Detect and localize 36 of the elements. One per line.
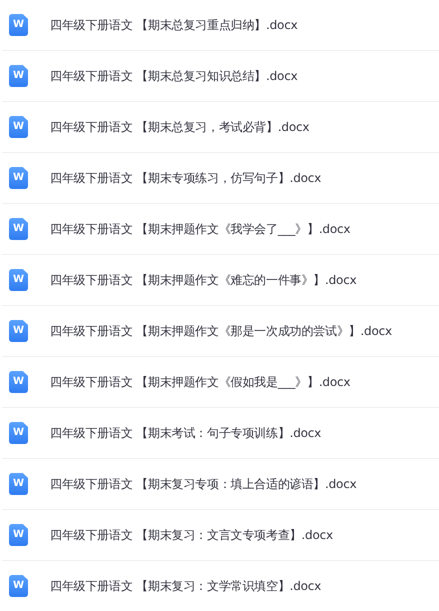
file-row[interactable]: W 四年级下册语文 【期末总复习，考试必背】.docx <box>2 102 439 153</box>
file-row[interactable]: W 四年级下册语文 【期末押题作文《假如我是___》】.docx <box>2 357 439 408</box>
file-row[interactable]: W 四年级下册语文 【期末押题作文《难忘的一件事》】.docx <box>2 255 439 306</box>
document-icon: W <box>9 269 28 291</box>
file-name: 四年级下册语文 【期末押题作文《难忘的一件事》】.docx <box>50 272 356 288</box>
document-icon: W <box>9 320 28 342</box>
file-name: 四年级下册语文 【期末专项练习，仿写句子】.docx <box>50 170 322 186</box>
document-icon: W <box>9 575 28 597</box>
file-row[interactable]: W 四年级下册语文 【期末考试：句子专项训练】.docx <box>2 408 439 459</box>
document-icon: W <box>9 473 28 495</box>
file-row[interactable]: W 四年级下册语文 【期末复习专项：填上合适的谚语】.docx <box>2 459 439 510</box>
file-name: 四年级下册语文 【期末押题作文《那是一次成功的尝试》】.docx <box>50 322 392 340</box>
file-row[interactable]: W 四年级下册语文 【期末总复习知识总结】.docx <box>2 51 439 102</box>
file-row[interactable]: W 四年级下册语文 【期末押题作文《那是一次成功的尝试》】.docx <box>2 306 439 357</box>
file-row[interactable]: W 四年级下册语文 【期末押题作文《我学会了___》】.docx <box>2 204 439 255</box>
file-row[interactable]: W 四年级下册语文 【期末专项练习，仿写句子】.docx <box>2 153 439 204</box>
file-name: 四年级下册语文 【期末总复习重点归纳】.docx <box>50 16 298 34</box>
document-icon: W <box>9 116 28 138</box>
document-icon: W <box>9 167 28 189</box>
document-icon: W <box>9 524 28 546</box>
file-name: 四年级下册语文 【期末复习专项：填上合适的谚语】.docx <box>50 476 356 492</box>
document-icon: W <box>9 422 28 444</box>
file-name: 四年级下册语文 【期末考试：句子专项训练】.docx <box>50 424 322 442</box>
document-icon: W <box>9 14 28 36</box>
file-name: 四年级下册语文 【期末复习：文学常识填空】.docx <box>50 578 322 594</box>
file-name: 四年级下册语文 【期末押题作文《我学会了___》】.docx <box>50 220 350 238</box>
file-row[interactable]: W 四年级下册语文 【期末复习：文言文专项考查】.docx <box>2 510 439 561</box>
file-name: 四年级下册语文 【期末总复习知识总结】.docx <box>50 68 298 84</box>
document-icon: W <box>9 218 28 240</box>
document-icon: W <box>9 371 28 393</box>
document-icon: W <box>9 65 28 87</box>
file-name: 四年级下册语文 【期末押题作文《假如我是___》】.docx <box>50 374 350 390</box>
file-row[interactable]: W 四年级下册语文 【期末总复习重点归纳】.docx <box>2 0 439 51</box>
file-name: 四年级下册语文 【期末总复习，考试必背】.docx <box>50 118 310 136</box>
file-name: 四年级下册语文 【期末复习：文言文专项考查】.docx <box>50 526 333 544</box>
file-row[interactable]: W 四年级下册语文 【期末复习：文学常识填空】.docx <box>2 561 439 611</box>
